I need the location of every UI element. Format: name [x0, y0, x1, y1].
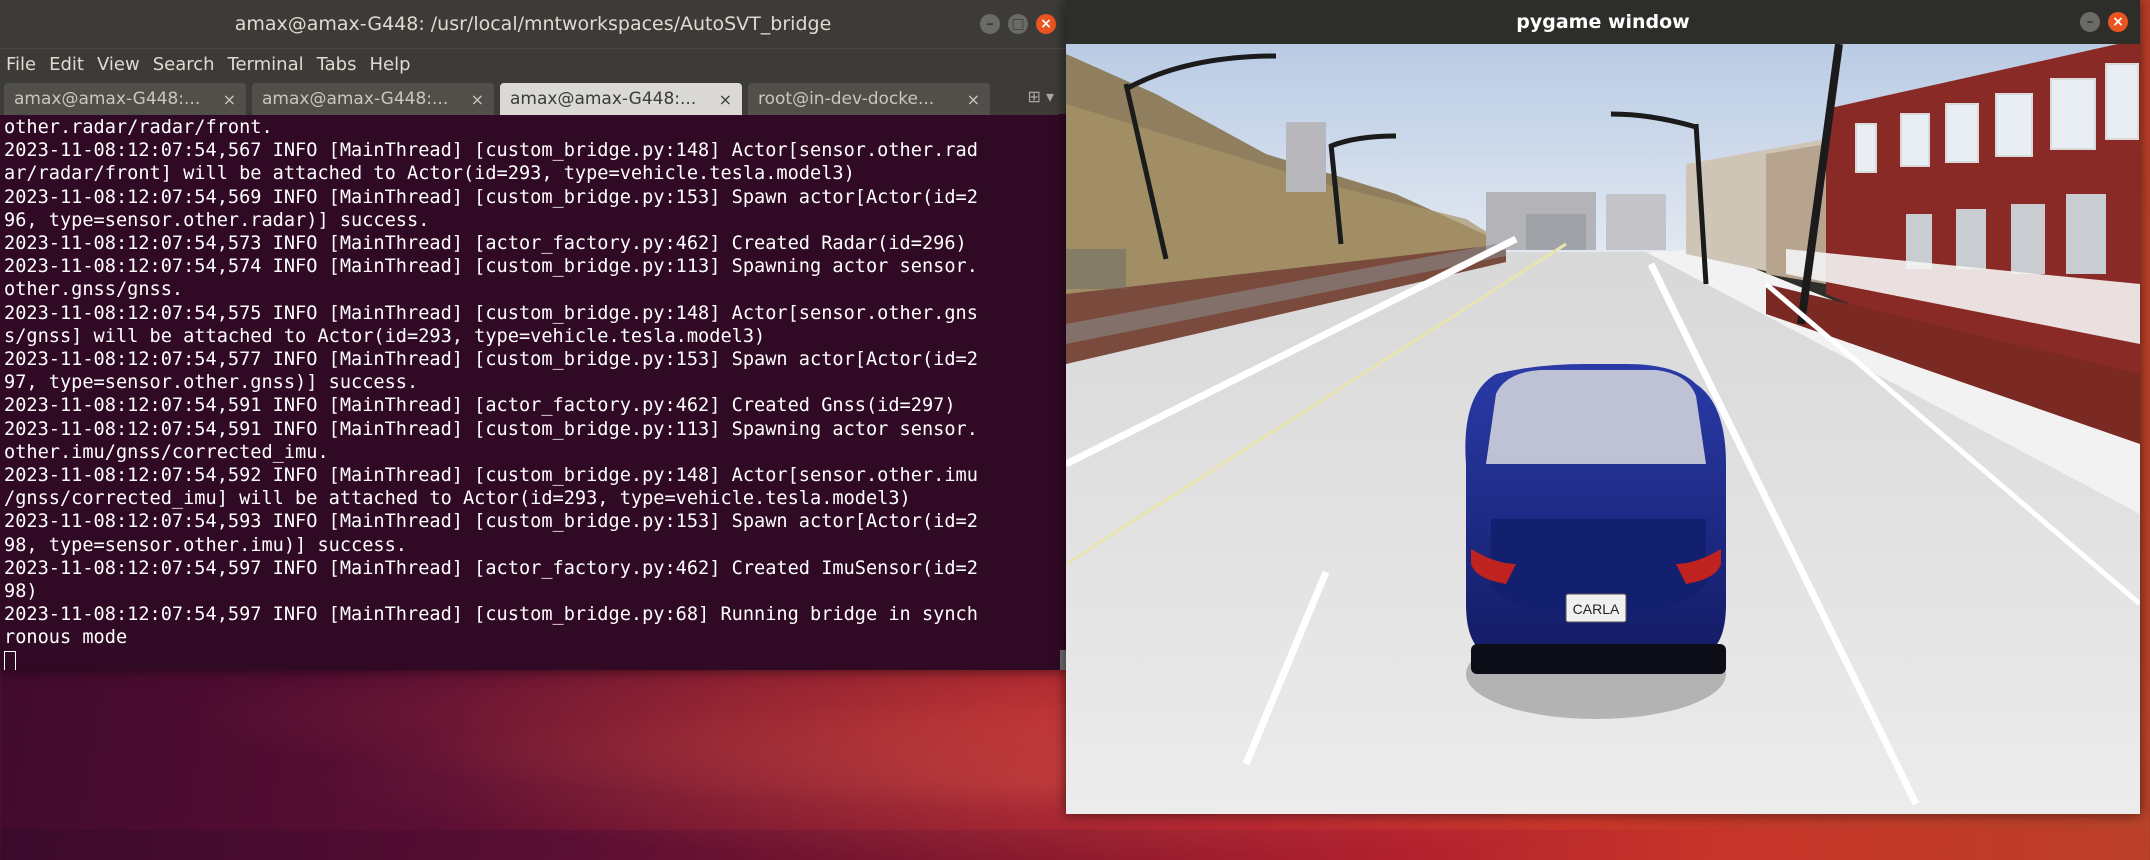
terminal-window[interactable]: amax@amax-G448: /usr/local/mntworkspaces… [0, 0, 1066, 670]
terminal-line: 2023-11-08:12:07:54,574 INFO [MainThread… [4, 256, 978, 278]
menu-search[interactable]: Search [153, 54, 215, 75]
tab-label: amax@amax-G448:... [510, 89, 697, 109]
maximize-icon[interactable]: □ [1008, 14, 1028, 34]
terminal-line: 2023-11-08:12:07:54,592 INFO [MainThread… [4, 465, 978, 487]
pygame-titlebar[interactable]: pygame window – × [1066, 0, 2140, 44]
tab-label: root@in-dev-docke... [758, 89, 935, 109]
ego-vehicle: CARLA [1465, 364, 1726, 674]
menu-terminal[interactable]: Terminal [228, 54, 304, 75]
tab-label: amax@amax-G448:... [262, 89, 449, 109]
minimize-icon[interactable]: – [2080, 12, 2100, 32]
terminal-line: 2023-11-08:12:07:54,597 INFO [MainThread… [4, 557, 978, 579]
pygame-window-controls: – × [2080, 12, 2128, 32]
terminal-tab[interactable]: root@in-dev-docke... × [748, 83, 990, 115]
terminal-scrollbar[interactable] [1058, 114, 1066, 670]
menu-tabs[interactable]: Tabs [317, 54, 357, 75]
terminal-window-controls: – □ × [980, 14, 1056, 34]
simulation-view[interactable]: CARLA [1066, 44, 2140, 814]
terminal-prompt-line [4, 650, 1056, 670]
terminal-line: 2023-11-08:12:07:54,591 INFO [MainThread… [4, 418, 978, 440]
new-tab-icon[interactable]: ⊞ ▾ [1027, 87, 1054, 106]
terminal-tab[interactable]: amax@amax-G448:... × [4, 83, 246, 115]
terminal-tab-active[interactable]: amax@amax-G448:... × [500, 83, 742, 115]
terminal-tab[interactable]: amax@amax-G448:... × [252, 83, 494, 115]
terminal-line: 2023-11-08:12:07:54,591 INFO [MainThread… [4, 395, 956, 417]
tab-close-icon[interactable]: × [719, 90, 732, 109]
terminal-line: 2023-11-08:12:07:54,573 INFO [MainThread… [4, 233, 967, 255]
terminal-menubar: File Edit View Search Terminal Tabs Help [0, 48, 1066, 79]
terminal-title: amax@amax-G448: /usr/local/mntworkspaces… [234, 13, 832, 35]
terminal-line: 2023-11-08:12:07:54,593 INFO [MainThread… [4, 511, 978, 533]
pygame-window[interactable]: pygame window – × CARLA [1066, 0, 2140, 814]
license-plate-text: CARLA [1573, 601, 1620, 617]
terminal-line: ar/radar/front] will be attached to Acto… [4, 163, 855, 185]
minimize-icon[interactable]: – [980, 14, 1000, 34]
terminal-line: 96, type=sensor.other.radar)] success. [4, 209, 430, 231]
close-icon[interactable]: × [1036, 14, 1056, 34]
terminal-line: 2023-11-08:12:07:54,597 INFO [MainThread… [4, 604, 978, 626]
terminal-line: other.radar/radar/front. [4, 117, 273, 138]
menu-help[interactable]: Help [369, 54, 410, 75]
terminal-line: ronous mode [4, 627, 128, 649]
terminal-output[interactable]: other.radar/radar/front. 2023-11-08:12:07… [0, 114, 1056, 670]
pygame-title: pygame window [1516, 11, 1690, 33]
terminal-line: /gnss/corrected_imu] will be attached to… [4, 488, 911, 510]
terminal-line: 2023-11-08:12:07:54,577 INFO [MainThread… [4, 349, 978, 371]
text-cursor [4, 650, 16, 670]
terminal-line: 2023-11-08:12:07:54,569 INFO [MainThread… [4, 186, 978, 208]
terminal-line: 98, type=sensor.other.imu)] success. [4, 534, 407, 556]
terminal-line: s/gnss] will be attached to Actor(id=293… [4, 325, 766, 347]
menu-file[interactable]: File [6, 54, 36, 75]
tab-close-icon[interactable]: × [967, 90, 980, 109]
terminal-line: other.gnss/gnss. [4, 279, 184, 301]
menu-edit[interactable]: Edit [49, 54, 84, 75]
terminal-tabbar: amax@amax-G448:... × amax@amax-G448:... … [0, 79, 1066, 115]
terminal-line: 98) [4, 581, 38, 603]
terminal-line: 97, type=sensor.other.gnss)] success. [4, 372, 419, 394]
terminal-titlebar[interactable]: amax@amax-G448: /usr/local/mntworkspaces… [0, 0, 1066, 48]
menu-view[interactable]: View [97, 54, 140, 75]
tab-label: amax@amax-G448:... [14, 89, 201, 109]
terminal-line: 2023-11-08:12:07:54,567 INFO [MainThread… [4, 140, 978, 162]
close-icon[interactable]: × [2108, 12, 2128, 32]
terminal-line: other.imu/gnss/corrected_imu. [4, 441, 329, 463]
tab-close-icon[interactable]: × [223, 90, 236, 109]
tab-close-icon[interactable]: × [471, 90, 484, 109]
terminal-line: 2023-11-08:12:07:54,575 INFO [MainThread… [4, 302, 978, 324]
